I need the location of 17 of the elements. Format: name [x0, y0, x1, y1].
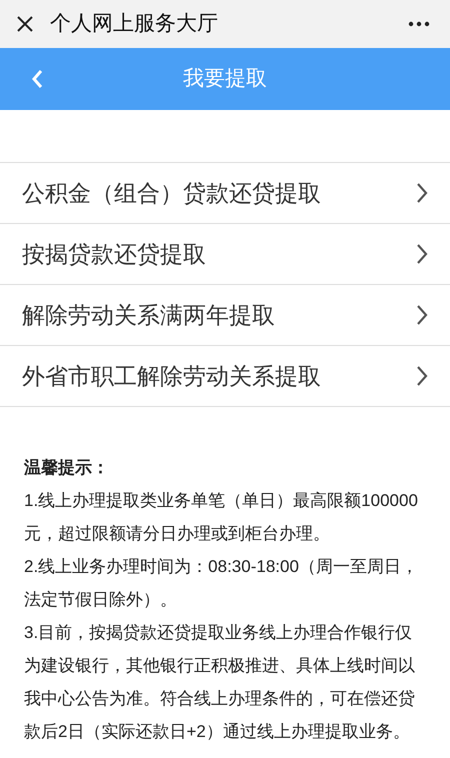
more-icon[interactable]	[408, 21, 430, 27]
back-icon[interactable]	[30, 68, 44, 90]
menu-item[interactable]: 解除劳动关系满两年提取	[0, 285, 450, 346]
page-title: 我要提取	[182, 66, 268, 92]
notice-heading: 温馨提示：	[24, 457, 110, 479]
menu-item[interactable]: 公积金（组合）贷款还贷提取	[0, 163, 450, 224]
chevron-icon	[416, 182, 428, 204]
notice-text: 3.目前，按揭贷款还贷提取业务线上办理合作银行仅为建设银行，其他银行正积极推进、具体上线时间以我中心公告为准。符合线上办理条件的，可在偿还贷款后2日（实际还款日+2）通过线上办理提取业务。	[24, 622, 416, 743]
notice-text: 1.线上办理提取类业务单笔（单日）最高限额100000元，超过限额请分日办理或到柜台办理。	[24, 490, 419, 545]
chevron-icon	[416, 304, 428, 326]
notice-text: 2.线上业务办理时间为：08:30-18:00（周一至周日，法定节假日除外）。	[24, 556, 419, 611]
window-title: 个人网上服务大厅	[50, 11, 218, 38]
menu-item[interactable]: 按揭贷款还贷提取	[0, 224, 450, 285]
chevron-icon	[416, 365, 428, 387]
chevron-icon	[416, 243, 428, 265]
close-icon[interactable]	[16, 15, 34, 33]
menu-item[interactable]: 外省市职工解除劳动关系提取	[0, 346, 450, 407]
